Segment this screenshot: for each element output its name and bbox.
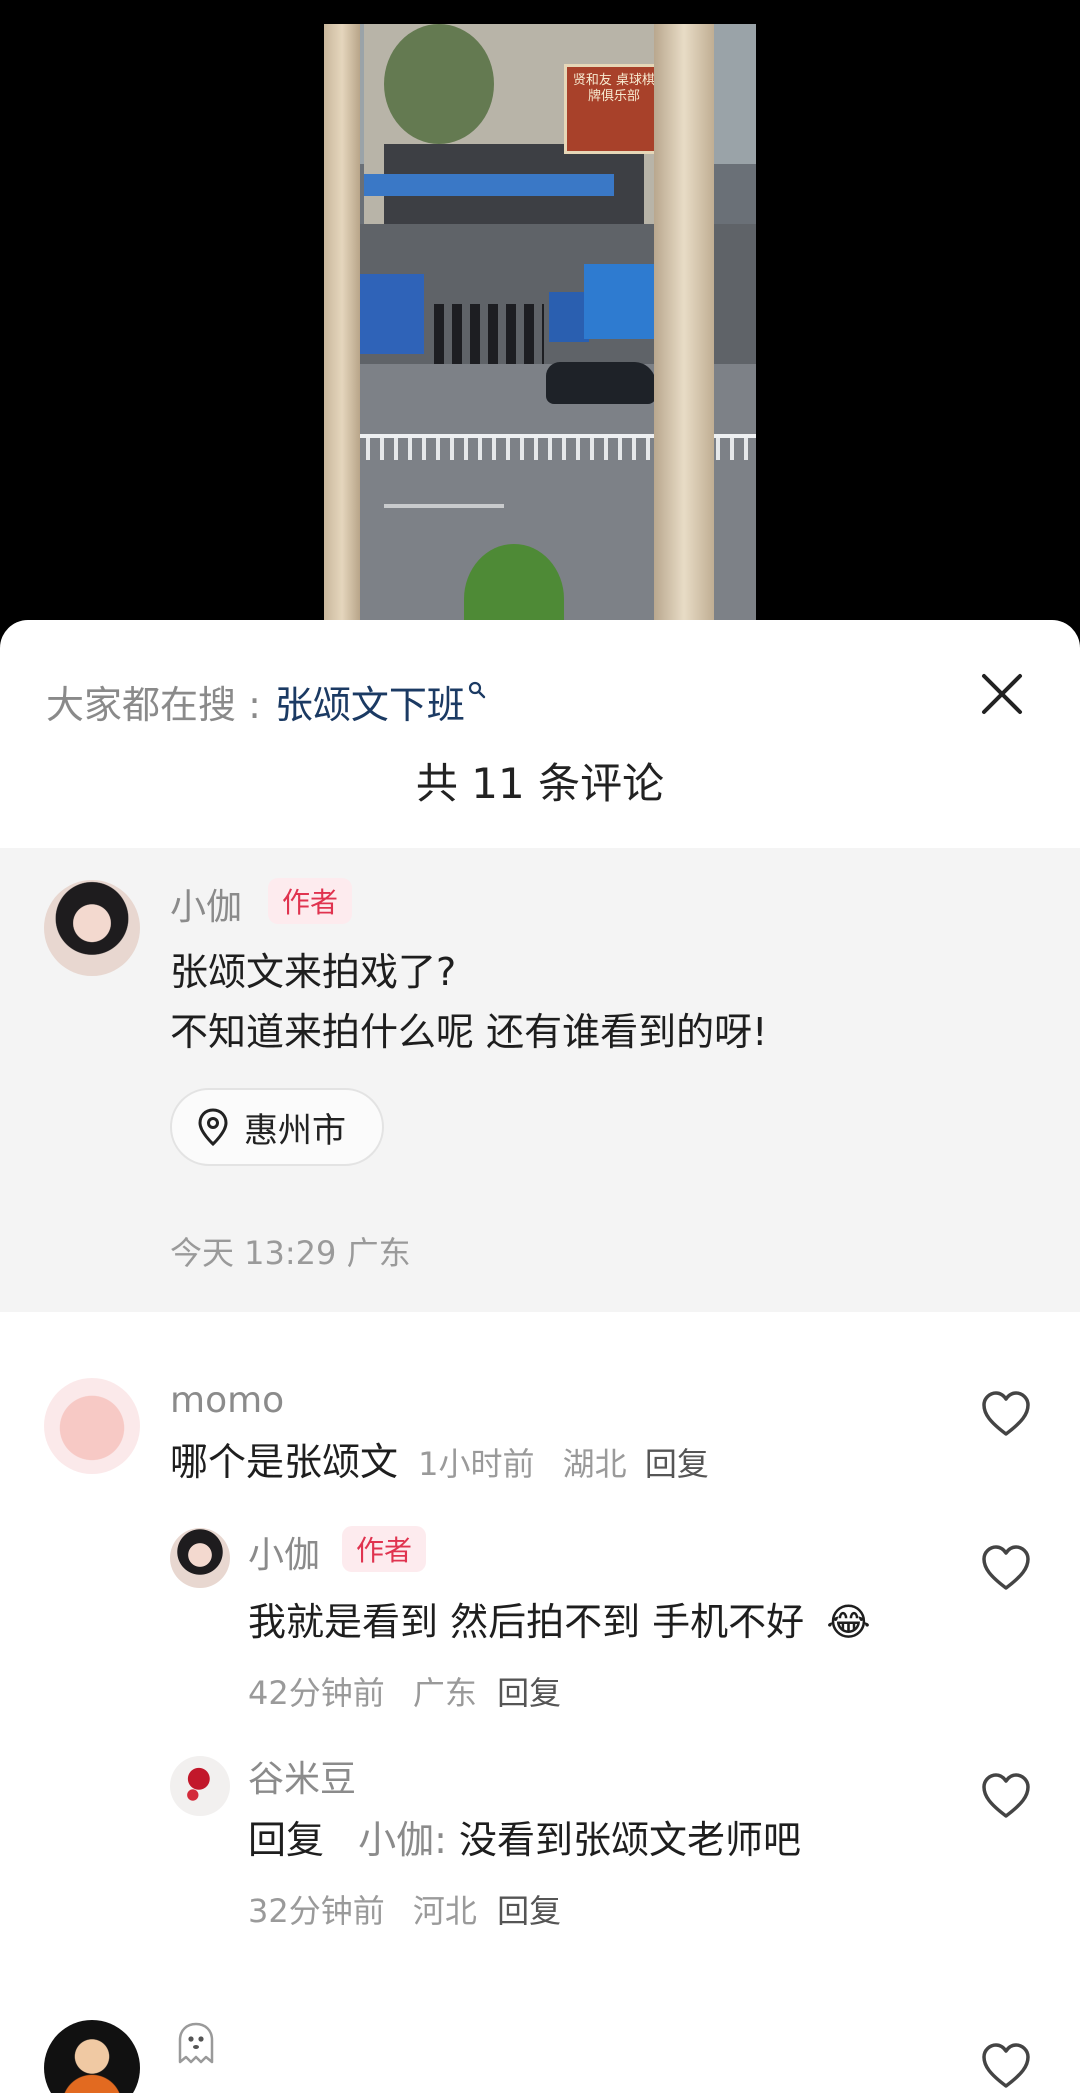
post-meta: 今天 13:29 广东: [170, 1234, 411, 1272]
reply-to-user[interactable]: 小伽:: [358, 1818, 447, 1862]
location-label: 惠州市: [244, 1110, 346, 1151]
video-area[interactable]: 贤和友 桌球棋牌俱乐部: [0, 0, 1080, 640]
video-crowd: [434, 304, 544, 364]
close-icon[interactable]: [976, 668, 1028, 720]
video-car: [546, 362, 656, 404]
trending-search-term[interactable]: 张颂文下班: [275, 674, 465, 729]
heart-icon[interactable]: [980, 1772, 1032, 1820]
comment-text: 哪个是张颂文 1小时前 湖北 回复: [170, 1432, 709, 1494]
video-frame[interactable]: 贤和友 桌球棋牌俱乐部: [324, 24, 756, 624]
comment-meta: 1小时前 湖北 回复: [418, 1445, 709, 1483]
reply-text: 回复 小伽: 没看到张颂文老师吧: [248, 1810, 801, 1870]
heart-icon[interactable]: [980, 1390, 1032, 1438]
reply-meta: 42分钟前 广东 回复: [248, 1668, 561, 1714]
avatar[interactable]: [44, 2020, 140, 2093]
location-pin-icon: [198, 1108, 228, 1147]
avatar[interactable]: [44, 1378, 140, 1474]
reply-region: 广东: [412, 1674, 477, 1712]
reply-button[interactable]: 回复: [497, 1674, 561, 1712]
reply-time: 42分钟前: [248, 1674, 385, 1712]
author-post: 小伽 作者 张颂文来拍戏了? 不知道来拍什么呢 还有谁看到的呀! 惠州市 今天 …: [0, 848, 1080, 1312]
avatar[interactable]: [170, 1528, 230, 1588]
trending-search-prefix: 大家都在搜 :: [46, 682, 261, 727]
heart-icon[interactable]: [980, 2042, 1032, 2090]
post-line-1: 张颂文来拍戏了?: [170, 950, 457, 994]
video-window-frame-left: [324, 24, 360, 624]
reply-meta: 32分钟前 河北 回复: [248, 1886, 561, 1932]
video-window-frame-right: [654, 24, 714, 624]
reply-author[interactable]: 谷米豆: [248, 1750, 356, 1802]
comment-count-title: 共 11 条评论: [415, 759, 665, 808]
reply-time: 32分钟前: [248, 1892, 385, 1930]
heart-icon[interactable]: [980, 1544, 1032, 1592]
video-truck-left: [354, 274, 424, 354]
reply-button[interactable]: 回复: [645, 1445, 709, 1483]
video-blue-sign: [364, 174, 614, 196]
reply-prefix: 回复: [248, 1818, 325, 1862]
trending-search[interactable]: 大家都在搜 : 张颂文下班: [46, 674, 487, 729]
laughing-emoji-icon: 😂: [826, 1600, 871, 1644]
location-chip[interactable]: 惠州市: [170, 1088, 384, 1166]
comment-time: 1小时前: [418, 1445, 535, 1483]
comment-region: 湖北: [562, 1445, 627, 1483]
comment-author[interactable]: momo: [170, 1380, 284, 1421]
author-name[interactable]: 小伽: [170, 878, 242, 930]
post-line-2: 不知道来拍什么呢 还有谁看到的呀!: [170, 1010, 768, 1054]
reply-text: 我就是看到 然后拍不到 手机不好 😂: [248, 1592, 871, 1652]
author-badge: 作者: [342, 1526, 427, 1572]
video-truck-cab: [549, 292, 589, 342]
video-club-sign: 贤和友 桌球棋牌俱乐部: [564, 64, 664, 154]
reply-region: 河北: [412, 1892, 477, 1930]
avatar[interactable]: [170, 1756, 230, 1816]
reply-author[interactable]: 小伽: [248, 1526, 320, 1578]
reply-button[interactable]: 回复: [497, 1892, 561, 1930]
search-icon: [468, 681, 486, 699]
author-badge: 作者: [268, 878, 353, 924]
ghost-icon: [178, 2022, 214, 2064]
reply-text-body: 没看到张颂文老师吧: [459, 1818, 802, 1862]
comment-text-body: 哪个是张颂文: [170, 1440, 399, 1484]
comment-sheet: 大家都在搜 : 张颂文下班 共 11 条评论 小伽 作者 张颂文来拍戏了? 不知…: [0, 620, 1080, 2093]
video-tree: [384, 24, 494, 144]
avatar[interactable]: [44, 880, 140, 976]
video-lane-mark: [384, 504, 504, 508]
reply-text-body: 我就是看到 然后拍不到 手机不好: [248, 1600, 805, 1644]
